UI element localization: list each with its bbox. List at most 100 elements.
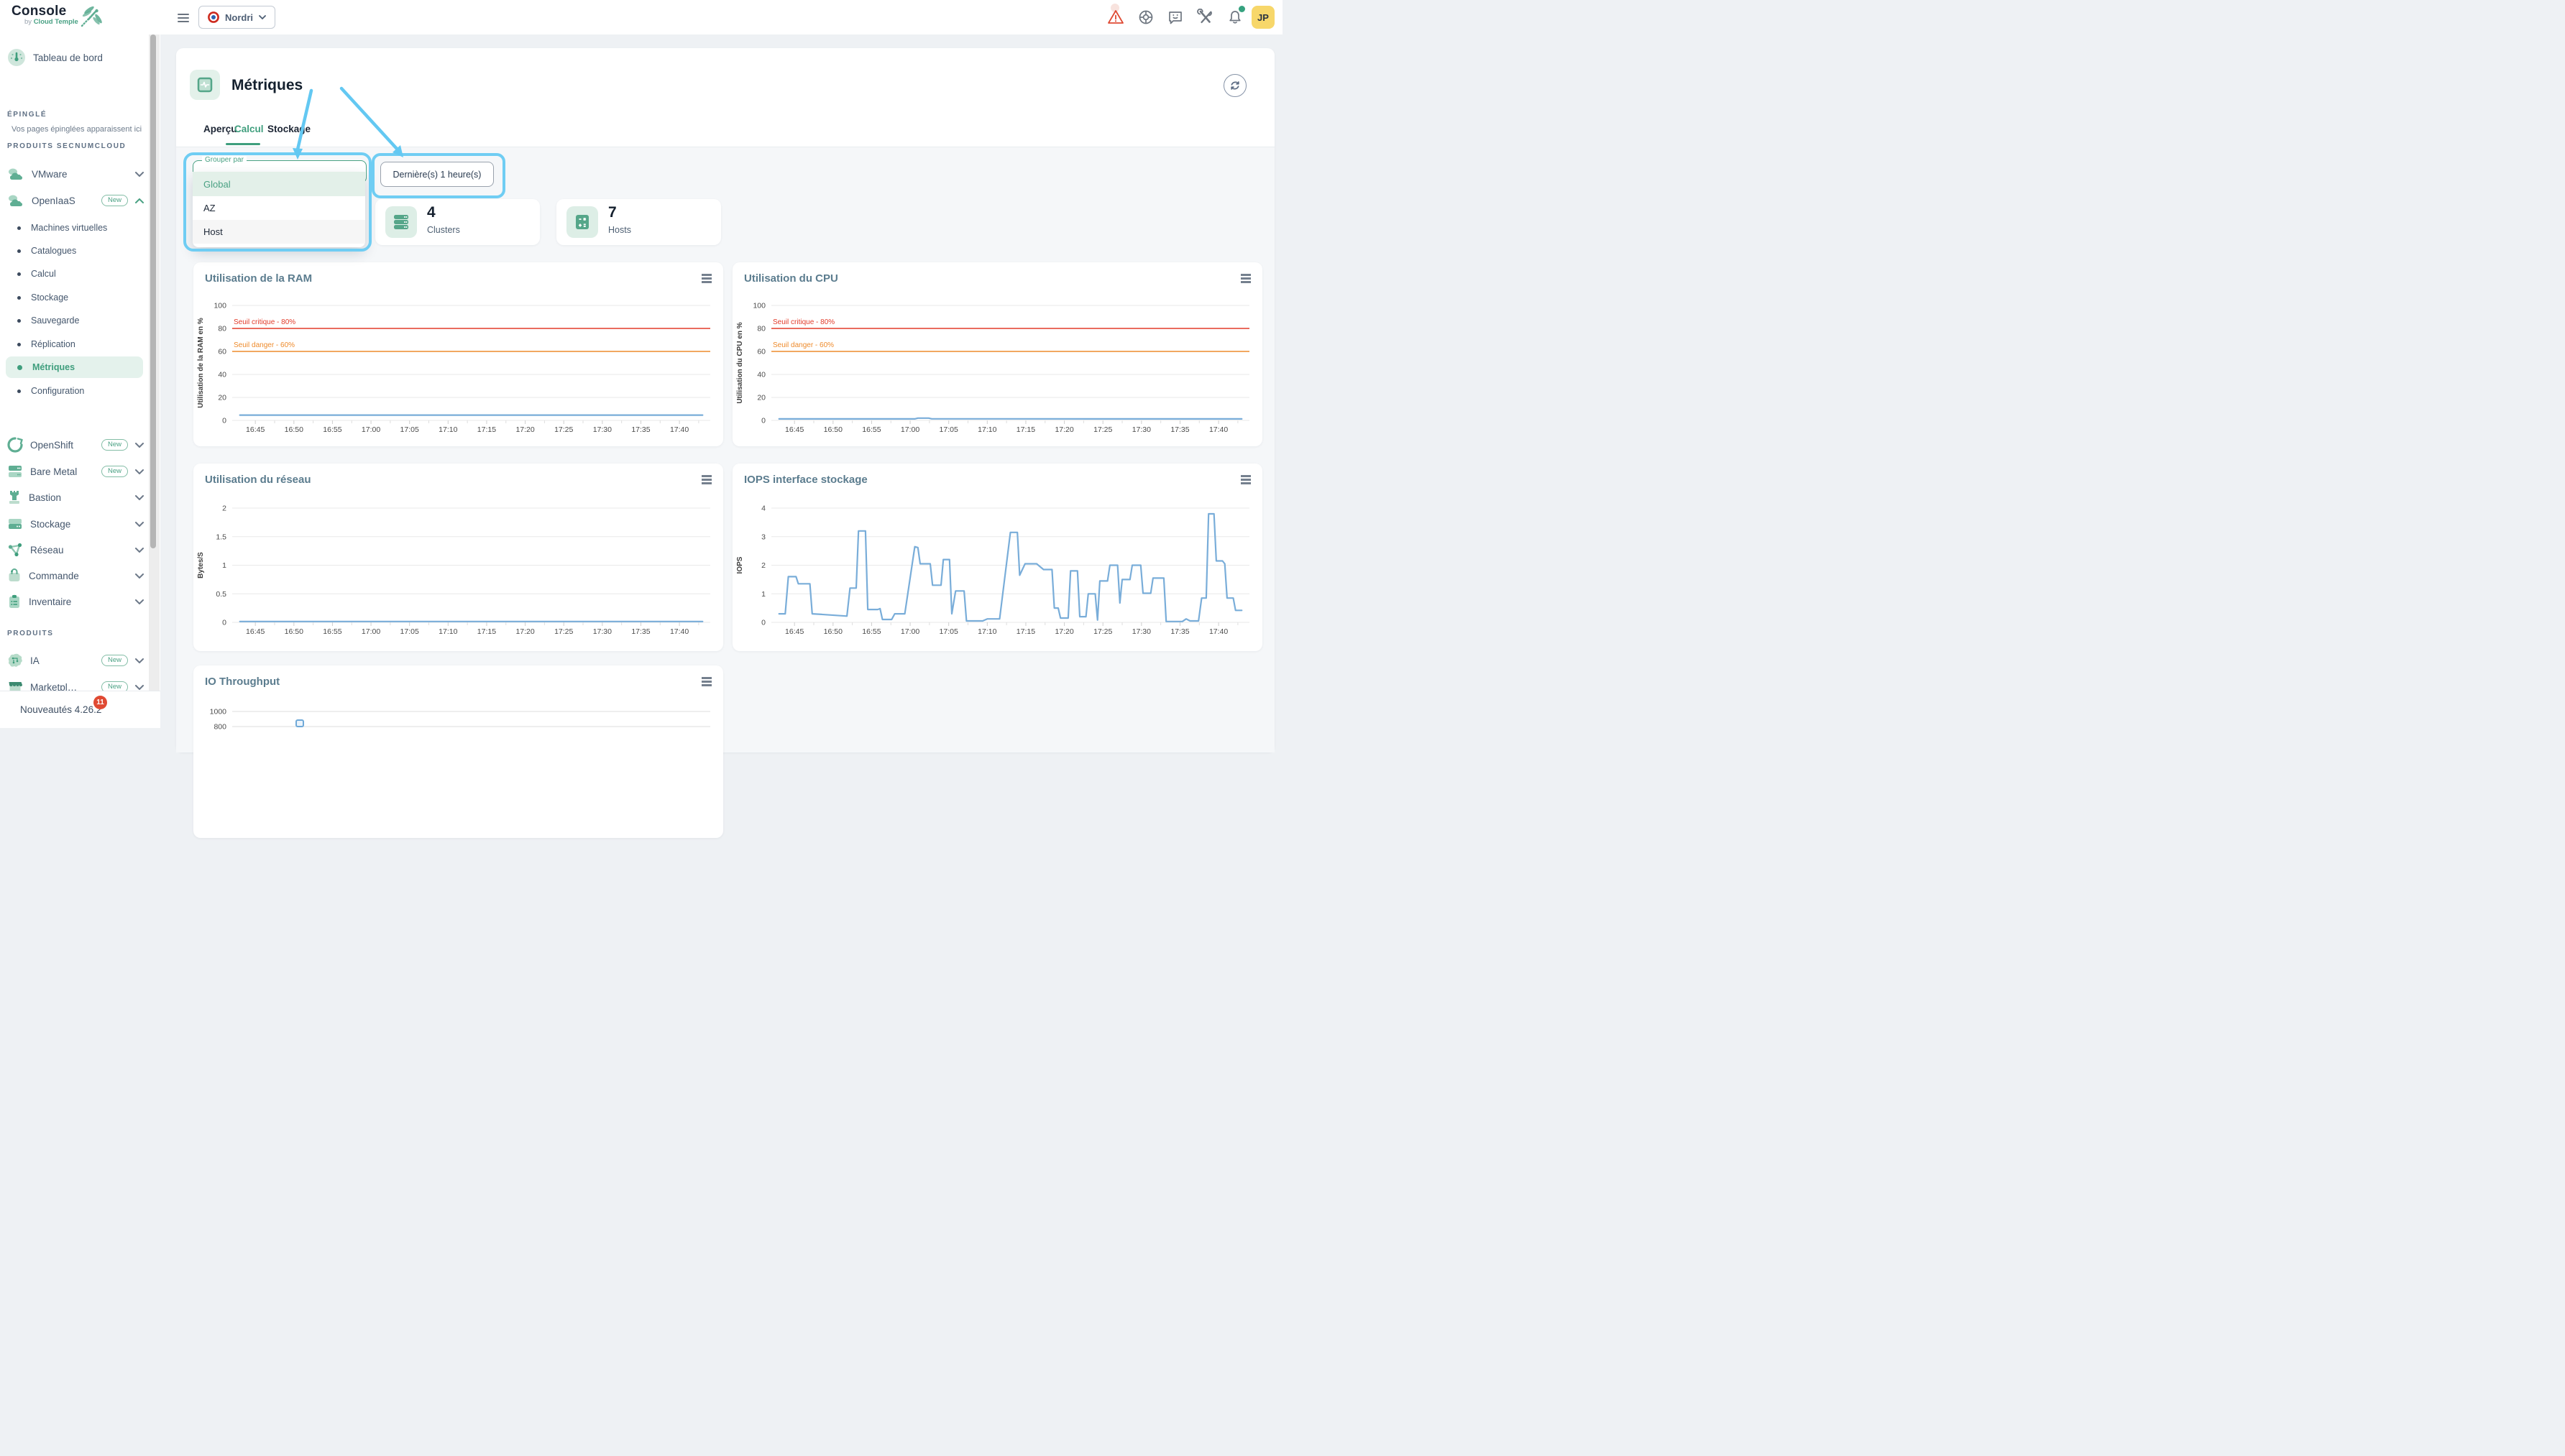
top-bar: Console by Cloud Temple Nordri (0, 0, 1282, 34)
svg-text:17:35: 17:35 (631, 425, 650, 434)
stat-card-hosts: 7 Hosts (556, 199, 721, 245)
chart-menu-icon[interactable] (702, 274, 712, 285)
menu-option-host[interactable]: Host (193, 220, 365, 244)
cloud-icon (7, 194, 24, 207)
svg-text:16:45: 16:45 (246, 425, 265, 434)
sidebar-item-inventaire[interactable]: Inventaire (7, 590, 144, 613)
bullet-icon (17, 390, 21, 393)
hosts-icon (566, 206, 598, 238)
svg-text:1000: 1000 (210, 708, 227, 717)
chart-menu-icon[interactable] (702, 677, 712, 688)
sidebar-item-metriques[interactable]: Métriques (6, 356, 143, 378)
sidebar-item-bastion[interactable]: Bastion (7, 486, 144, 509)
bullet-icon (17, 249, 21, 253)
svg-text:0.5: 0.5 (216, 590, 226, 599)
feedback-icon[interactable] (1167, 9, 1184, 26)
menu-toggle-icon[interactable] (178, 11, 189, 24)
svg-text:1: 1 (222, 561, 226, 570)
chart-menu-icon[interactable] (1241, 475, 1251, 486)
svg-text:800: 800 (214, 723, 226, 732)
new-badge: New (101, 466, 128, 477)
svg-text:0: 0 (761, 417, 766, 425)
svg-text:17:15: 17:15 (1017, 425, 1035, 434)
organization-selector[interactable]: Nordri (198, 6, 275, 29)
chart-card-iops: IOPS interface stockage 0123416:4516:501… (733, 464, 1262, 651)
tab-calcul[interactable]: Calcul (234, 124, 264, 134)
tab-stockage[interactable]: Stockage (267, 124, 311, 134)
chart-menu-icon[interactable] (702, 475, 712, 486)
shopping-bag-icon (7, 568, 22, 584)
svg-text:Seuil danger - 60%: Seuil danger - 60% (234, 341, 295, 349)
svg-text:17:10: 17:10 (978, 425, 996, 434)
svg-text:40: 40 (218, 371, 226, 379)
chevron-down-icon (135, 522, 144, 527)
svg-text:60: 60 (218, 348, 226, 356)
openshift-icon (7, 437, 23, 453)
svg-text:16:50: 16:50 (285, 425, 303, 434)
svg-text:17:40: 17:40 (670, 627, 689, 636)
chart-card-cpu: Utilisation du CPU 02040608010016:4516:5… (733, 262, 1262, 446)
org-name: Nordri (225, 12, 253, 23)
sidebar-item-openiaas[interactable]: OpenIaaS New (7, 189, 144, 212)
org-cocarde-icon (208, 11, 219, 23)
sidebar-item-sauvegarde[interactable]: Sauvegarde (17, 310, 144, 331)
sidebar-item-vmware[interactable]: VMware (7, 162, 144, 185)
svg-text:17:20: 17:20 (1055, 425, 1073, 434)
chart-menu-icon[interactable] (1241, 274, 1251, 285)
clipboard-icon (7, 594, 22, 609)
bullet-icon (17, 365, 22, 370)
storage-icon (7, 517, 23, 531)
sidebar-item-stockage[interactable]: Stockage (7, 512, 144, 535)
chart-title-cpu: Utilisation du CPU (744, 272, 838, 285)
sidebar-item-commande[interactable]: Commande (7, 564, 144, 587)
time-range-button[interactable]: Dernière(s) 1 heure(s) (380, 162, 494, 187)
dragonfly-icon (76, 4, 104, 30)
menu-option-global[interactable]: Global (193, 172, 365, 196)
tools-icon[interactable] (1197, 9, 1214, 26)
sidebar-scrollbar-thumb[interactable] (150, 34, 156, 548)
svg-text:17:30: 17:30 (1132, 425, 1151, 434)
sidebar-item-catalogues[interactable]: Catalogues (17, 241, 144, 261)
hosts-label: Hosts (608, 225, 631, 235)
svg-text:Seuil danger - 60%: Seuil danger - 60% (773, 341, 834, 349)
warning-icon[interactable] (1107, 9, 1124, 26)
lifebuoy-icon[interactable] (1137, 9, 1155, 26)
svg-text:17:35: 17:35 (1170, 425, 1189, 434)
svg-text:17:00: 17:00 (901, 627, 919, 636)
svg-text:0: 0 (222, 417, 226, 425)
whats-new-link[interactable]: Nouveautés 4.26.2 (20, 704, 101, 715)
sidebar-item-configuration[interactable]: Configuration (17, 381, 144, 401)
svg-text:17:25: 17:25 (554, 627, 573, 636)
sidebar-item-dashboard[interactable]: Tableau de bord (7, 46, 144, 69)
svg-text:IOPS: IOPS (736, 556, 744, 573)
sidebar-item-calcul[interactable]: Calcul (17, 264, 144, 284)
user-avatar[interactable]: JP (1252, 6, 1275, 29)
sidebar-item-stockage-iaas[interactable]: Stockage (17, 287, 144, 308)
chart-title-network: Utilisation du réseau (205, 474, 311, 486)
sidebar-item-reseau[interactable]: Réseau (7, 538, 144, 561)
sidebar-item-baremetal[interactable]: Bare Metal New (7, 460, 144, 483)
sidebar-item-ia[interactable]: IA New (7, 649, 144, 672)
svg-text:0: 0 (761, 619, 766, 627)
svg-text:40: 40 (757, 371, 766, 379)
svg-text:17:10: 17:10 (439, 627, 457, 636)
app-logo: Console by Cloud Temple (12, 4, 78, 26)
svg-text:Bytes/S: Bytes/S (197, 552, 205, 579)
tab-apercu[interactable]: Aperçu (203, 124, 237, 134)
svg-text:17:40: 17:40 (1209, 627, 1228, 636)
svg-text:16:45: 16:45 (246, 627, 265, 636)
chevron-down-icon (135, 443, 144, 448)
svg-text:17:05: 17:05 (400, 425, 419, 434)
chevron-down-icon (135, 658, 144, 663)
sidebar-item-openshift[interactable]: OpenShift New (7, 433, 144, 456)
group-by-menu: Global AZ Host (193, 172, 365, 247)
menu-option-az[interactable]: AZ (193, 196, 365, 220)
refresh-button[interactable] (1224, 74, 1247, 97)
active-tab-underline (226, 143, 260, 145)
sidebar-item-replication[interactable]: Réplication (17, 334, 144, 354)
sidebar-item-machines-virtuelles[interactable]: Machines virtuelles (17, 218, 144, 238)
svg-text:17:30: 17:30 (593, 425, 612, 434)
brain-icon (7, 653, 23, 668)
chevron-up-icon (135, 198, 144, 203)
chevron-down-icon (135, 548, 144, 553)
